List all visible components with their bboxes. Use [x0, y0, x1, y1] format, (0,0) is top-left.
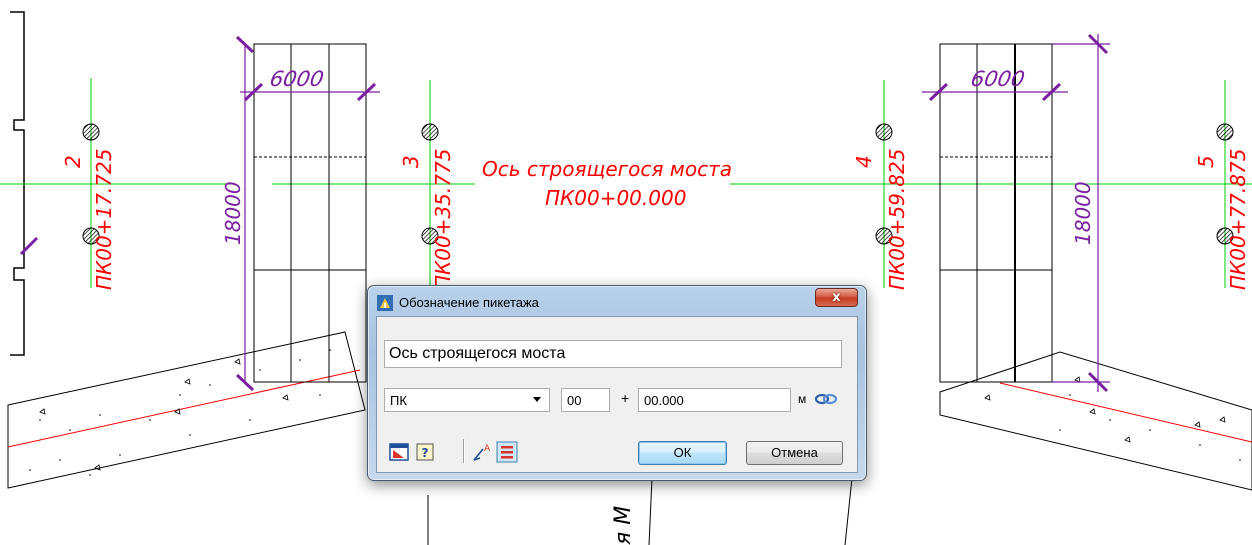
unit-label: м — [798, 392, 807, 406]
station-4: ПК00+59.825 — [885, 149, 909, 290]
dimension-top-left: 6000 — [268, 66, 326, 91]
dialog-titlebar[interactable]: Обозначение пикетажа x — [368, 286, 866, 316]
help-icon[interactable]: ? — [414, 441, 436, 463]
meters-field[interactable]: 00.000 — [638, 388, 791, 412]
text-style-icon[interactable]: A — [471, 441, 493, 463]
concrete-strip-right — [939, 351, 1252, 491]
station-dialog: Обозначение пикетажа x Ось строящегося м… — [367, 285, 867, 481]
plus-label: + — [621, 390, 630, 406]
axis-number-2: 2 — [61, 155, 85, 168]
dropdown-arrow-icon[interactable] — [533, 397, 541, 402]
link-icon[interactable] — [814, 390, 838, 408]
axis-number-4: 4 — [852, 155, 876, 168]
svg-text:A: A — [484, 444, 491, 454]
prefix-value: ПК — [390, 393, 407, 408]
axis-number-3: 3 — [399, 155, 423, 168]
pier-block-left — [253, 43, 367, 383]
bottom-lines — [427, 477, 853, 545]
concrete-strip-left — [7, 331, 366, 489]
dimension-top-right: 6000 — [969, 66, 1027, 91]
name-field[interactable]: Ось строящегося моста — [384, 340, 842, 368]
axis-station-text: ПК00+00.000 — [545, 186, 686, 210]
svg-text:?: ? — [422, 446, 429, 460]
close-button[interactable]: x — [815, 288, 858, 307]
app-icon — [377, 295, 393, 311]
toolbar-separator — [463, 439, 465, 463]
alignment-icon[interactable] — [496, 441, 518, 463]
prefix-select[interactable]: ПК — [384, 388, 550, 412]
station-3: ПК00+35.775 — [431, 149, 455, 290]
dimension-height-right: 18000 — [1071, 181, 1095, 245]
pier-block-right — [939, 43, 1053, 383]
axis-number-5: 5 — [1194, 155, 1218, 168]
dimension-height-left: 18000 — [221, 181, 245, 245]
station-2: ПК00+17.725 — [92, 149, 116, 290]
ok-button[interactable]: ОК — [638, 441, 727, 465]
axis-label-text: Ось строящегося моста — [482, 157, 732, 181]
settings-icon[interactable] — [388, 441, 410, 463]
bottom-rotated-text: я М — [611, 506, 636, 545]
station-5: ПК00+77.875 — [1226, 149, 1250, 290]
km-field[interactable]: 00 — [561, 388, 610, 412]
close-icon: x — [832, 290, 841, 305]
vertical-axes — [90, 78, 1226, 288]
cancel-button[interactable]: Отмена — [746, 441, 843, 465]
dialog-title: Обозначение пикетажа — [399, 295, 539, 310]
